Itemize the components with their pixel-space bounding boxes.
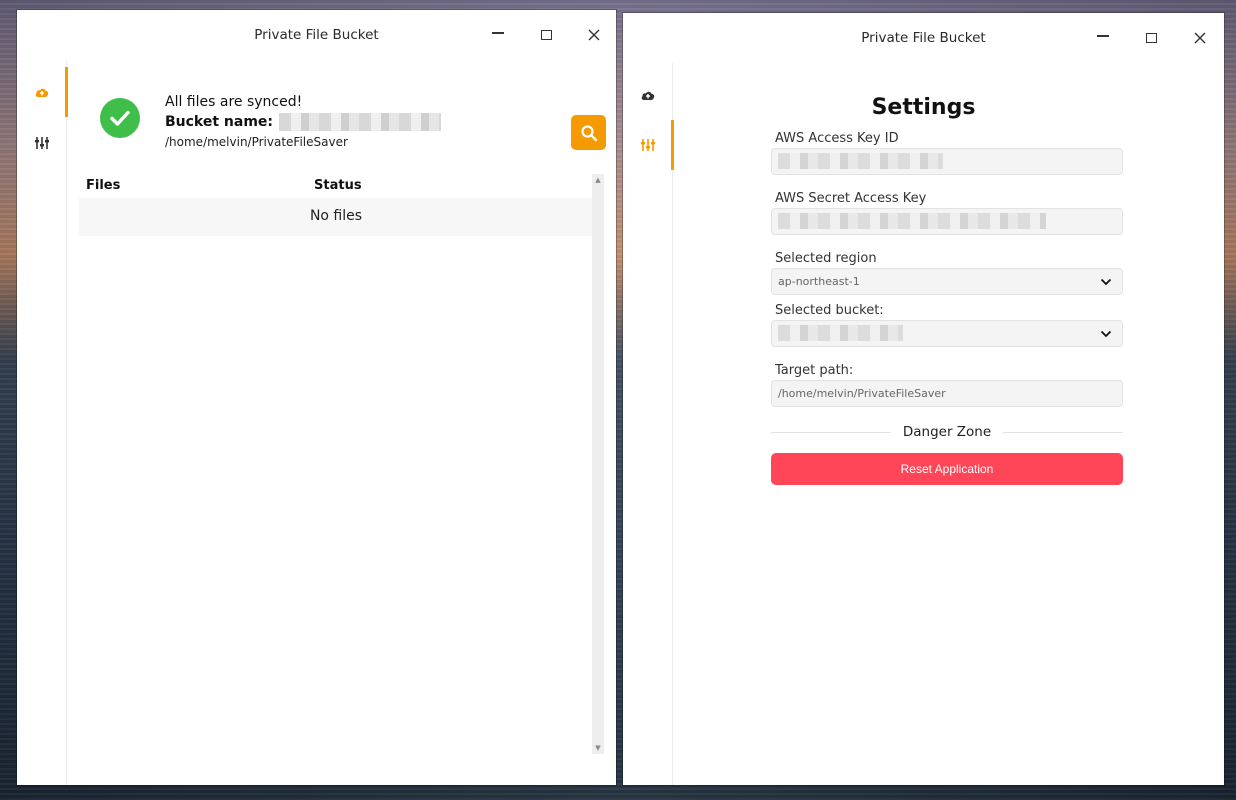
minimize-icon[interactable] <box>1092 27 1114 49</box>
access-key-redacted <box>778 153 943 169</box>
window-title: Private File Bucket <box>861 30 986 46</box>
maximize-icon[interactable] <box>535 24 557 46</box>
sync-status-text: All files are synced! <box>165 94 303 110</box>
chevron-down-icon <box>1100 330 1112 338</box>
target-path-input[interactable]: /home/melvin/PrivateFileSaver <box>771 380 1123 407</box>
sync-info: All files are synced! Bucket name: /home… <box>165 92 442 152</box>
target-path-label: Target path: <box>775 363 854 378</box>
region-label: Selected region <box>775 251 877 266</box>
access-key-input[interactable] <box>771 148 1123 175</box>
bucket-select[interactable] <box>771 320 1123 347</box>
window-title: Private File Bucket <box>254 27 379 43</box>
target-path-value: /home/melvin/PrivateFileSaver <box>778 387 946 400</box>
chevron-down-icon <box>1100 278 1112 286</box>
bucket-label: Selected bucket: <box>775 303 884 318</box>
titlebar[interactable]: Private File Bucket <box>17 10 616 60</box>
secret-key-input[interactable] <box>771 208 1123 235</box>
bucket-name-label: Bucket name: <box>165 114 274 130</box>
sync-status-indicator <box>100 98 140 138</box>
local-path: /home/melvin/PrivateFileSaver <box>165 135 348 149</box>
close-icon[interactable] <box>1189 27 1211 49</box>
files-window: Private File Bucket All files are synced… <box>17 10 616 785</box>
column-header-files: Files <box>86 178 121 193</box>
page-title: Settings <box>871 95 976 120</box>
sidebar <box>17 60 68 785</box>
sliders-icon <box>641 139 655 151</box>
cloud-upload-icon <box>35 88 49 97</box>
danger-zone-label: Danger Zone <box>902 424 992 440</box>
scroll-up-arrow-icon[interactable]: ▲ <box>592 174 604 186</box>
files-table: Files Status No files <box>79 174 593 236</box>
bucket-selected-redacted <box>778 325 903 341</box>
minimize-icon[interactable] <box>487 24 509 46</box>
close-icon[interactable] <box>583 24 605 46</box>
settings-form: AWS Access Key ID AWS Secret Access Key … <box>771 129 1123 485</box>
sidebar-item-sync[interactable] <box>17 67 68 117</box>
sidebar <box>623 63 674 785</box>
search-button[interactable] <box>571 115 606 150</box>
column-header-status: Status <box>314 178 362 193</box>
danger-zone-divider: Danger Zone <box>771 421 1123 443</box>
secret-key-label: AWS Secret Access Key <box>775 191 927 206</box>
bucket-name-row: Bucket name: <box>165 112 442 132</box>
scrollbar[interactable]: ▲ ▼ <box>592 174 604 754</box>
bucket-name-redacted <box>279 113 442 131</box>
reset-application-button[interactable]: Reset Application <box>771 453 1123 485</box>
sidebar-item-settings[interactable] <box>17 118 67 168</box>
sidebar-item-settings[interactable] <box>623 120 674 170</box>
maximize-icon[interactable] <box>1140 27 1162 49</box>
region-selected-value: ap-northeast-1 <box>778 275 860 288</box>
sliders-icon <box>35 137 49 149</box>
settings-window: Private File Bucket Settings AWS Access … <box>623 13 1224 785</box>
table-header: Files Status <box>79 174 593 198</box>
access-key-label: AWS Access Key ID <box>775 131 899 146</box>
scroll-down-arrow-icon[interactable]: ▼ <box>592 742 604 754</box>
empty-table-message: No files <box>79 198 593 236</box>
region-select[interactable]: ap-northeast-1 <box>771 268 1123 295</box>
titlebar[interactable]: Private File Bucket <box>623 13 1224 63</box>
check-circle-icon <box>100 98 140 138</box>
search-icon <box>580 124 597 141</box>
secret-key-redacted <box>778 213 1046 229</box>
